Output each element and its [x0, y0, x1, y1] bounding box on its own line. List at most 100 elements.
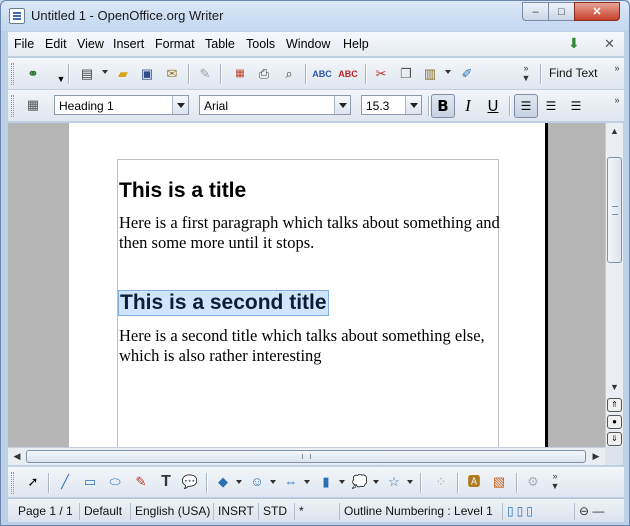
download-update-icon[interactable]: ⬇ — [568, 36, 584, 50]
status-selection-mode[interactable]: STD — [258, 503, 294, 520]
edit-file-icon[interactable]: ✎ — [196, 65, 214, 83]
menu-tools[interactable]: Tools — [246, 37, 275, 51]
heading-1[interactable]: This is a title — [119, 179, 246, 203]
chevron-down-icon[interactable] — [445, 70, 451, 74]
symbol-shapes-icon[interactable]: ☺ — [248, 473, 266, 491]
status-language[interactable]: English (USA) — [130, 503, 213, 520]
scroll-up-arrow-icon[interactable]: ▲ — [606, 123, 623, 139]
chevron-down-icon[interactable] — [172, 96, 188, 114]
scroll-right-arrow-icon[interactable]: ▶ — [588, 448, 604, 465]
clone-formatting-icon[interactable]: ✐ — [458, 65, 476, 83]
previous-page-icon[interactable]: ⇑ — [607, 398, 622, 412]
paragraph-2[interactable]: Here is a second title which talks about… — [119, 326, 504, 366]
paste-icon[interactable]: ▥ — [421, 65, 439, 83]
chevron-down-icon[interactable] — [405, 96, 421, 114]
select-pointer-icon[interactable]: ➚ — [24, 473, 42, 491]
document-page[interactable]: This is a title Here is a first paragrap… — [69, 123, 545, 447]
align-left-icon[interactable]: ☰ — [514, 94, 538, 118]
horizontal-scrollbar[interactable]: ◀ ▶ — [8, 447, 605, 465]
close-window-button[interactable]: ✕ — [574, 2, 620, 21]
points-icon[interactable]: ⁘ — [432, 473, 450, 491]
paragraph-style-select[interactable]: Heading 1 — [54, 95, 189, 115]
menu-view[interactable]: View — [77, 37, 104, 51]
minimize-button[interactable]: – — [522, 2, 549, 21]
save-icon[interactable]: ▣ — [138, 65, 156, 83]
vertical-scroll-thumb[interactable] — [607, 157, 622, 263]
vertical-scrollbar[interactable]: ▲ ▼ ⇑ ● ⇓ — [605, 123, 623, 447]
toolbar-grip[interactable] — [11, 472, 14, 494]
basic-shapes-icon[interactable]: ◆ — [214, 473, 232, 491]
horizontal-scroll-thumb[interactable] — [26, 450, 586, 463]
close-document-button[interactable]: ✕ — [604, 36, 620, 51]
align-center-icon[interactable]: ☰ — [539, 94, 563, 118]
chevron-down-icon[interactable] — [102, 70, 108, 74]
view-layout-icons[interactable]: ▯▯▯ — [502, 503, 566, 520]
scroll-left-arrow-icon[interactable]: ◀ — [9, 448, 25, 465]
spellcheck-icon[interactable]: ABC — [312, 65, 332, 83]
chevron-down-icon[interactable] — [304, 480, 310, 484]
chevron-down-icon[interactable] — [373, 480, 379, 484]
print-preview-icon[interactable]: ⌕ — [280, 65, 298, 83]
status-page[interactable]: Page 1 / 1 — [14, 503, 78, 520]
align-right-icon[interactable]: ☰ — [564, 94, 588, 118]
fontwork-icon[interactable]: 🅰 — [465, 473, 483, 491]
freeform-line-icon[interactable]: ✎ — [132, 473, 150, 491]
block-arrows-icon[interactable]: ⇔ — [282, 473, 300, 491]
export-pdf-icon[interactable]: ▦ — [231, 65, 249, 83]
menu-help[interactable]: Help — [343, 37, 369, 51]
menu-table[interactable]: Table — [205, 37, 235, 51]
heading-2-selected[interactable]: This is a second title — [118, 290, 329, 316]
toolbar-grip[interactable] — [11, 95, 14, 117]
chevron-down-icon[interactable] — [236, 480, 242, 484]
scroll-down-arrow-icon[interactable]: ▼ — [606, 379, 623, 395]
callout-icon[interactable]: 💬 — [181, 473, 199, 491]
flowchart-icon[interactable]: ▮ — [317, 473, 335, 491]
styles-formatting-icon[interactable]: ▦ — [24, 96, 42, 114]
font-size-select[interactable]: 15.3 — [361, 95, 422, 115]
menu-window[interactable]: Window — [286, 37, 330, 51]
chevron-down-icon[interactable] — [407, 480, 413, 484]
chevron-down-icon[interactable] — [270, 480, 276, 484]
text-tool-icon[interactable]: T — [157, 473, 175, 491]
status-insert-mode[interactable]: INSRT — [213, 503, 258, 520]
menu-insert[interactable]: Insert — [113, 37, 144, 51]
from-file-icon[interactable]: ▧ — [490, 473, 508, 491]
maximize-button[interactable]: □ — [548, 2, 575, 21]
zoom-out-icon[interactable]: ⊖ — — [574, 503, 624, 520]
menu-file[interactable]: File — [14, 37, 34, 51]
menu-edit[interactable]: Edit — [45, 37, 67, 51]
autospellcheck-icon[interactable]: ABC — [338, 65, 358, 83]
ellipse-icon[interactable]: ⬭ — [106, 473, 124, 491]
next-page-icon[interactable]: ⇓ — [607, 432, 622, 446]
toolbar-overflow-chevron-icon[interactable]: » — [612, 95, 622, 117]
status-page-style[interactable]: Default — [79, 503, 131, 520]
italic-button[interactable]: I — [456, 94, 480, 118]
navigation-icon[interactable]: ● — [607, 415, 622, 429]
chevron-down-icon[interactable] — [339, 480, 345, 484]
copy-icon[interactable]: ❐ — [397, 65, 415, 83]
callouts-icon[interactable]: 💭 — [351, 473, 369, 491]
extrusion-icon[interactable]: ⚙ — [524, 473, 542, 491]
print-icon[interactable]: ⎙ — [255, 65, 273, 83]
new-document-icon[interactable]: ▤ — [78, 65, 96, 83]
toolbar-grip[interactable] — [11, 63, 14, 85]
find-text-button[interactable]: Find Text — [549, 66, 597, 80]
underline-button[interactable]: U — [481, 94, 505, 118]
toolbar-overflow-chevron-icon[interactable]: » ▼ — [550, 471, 560, 493]
open-folder-icon[interactable]: ▰ — [114, 65, 132, 83]
rectangle-icon[interactable]: ▭ — [81, 473, 99, 491]
writer-app-icon — [9, 8, 25, 24]
paragraph-1[interactable]: Here is a first paragraph which talks ab… — [119, 213, 504, 253]
bold-button[interactable]: B — [431, 94, 455, 118]
find-toolbar-overflow-chevron-icon[interactable]: » — [612, 63, 622, 85]
stars-icon[interactable]: ☆ — [385, 473, 403, 491]
cut-icon[interactable]: ✂ — [372, 65, 390, 83]
font-name-select[interactable]: Arial — [199, 95, 351, 115]
binoculars-icon[interactable]: ⚭ — [24, 65, 42, 83]
menu-format[interactable]: Format — [155, 37, 195, 51]
chevron-down-icon[interactable] — [334, 96, 350, 114]
toolbar-overflow-chevron-icon[interactable]: » ▼ — [521, 63, 531, 85]
document-area[interactable]: This is a title Here is a first paragrap… — [8, 123, 605, 447]
email-icon[interactable]: ✉ — [163, 65, 181, 83]
line-icon[interactable]: ╱ — [56, 473, 74, 491]
